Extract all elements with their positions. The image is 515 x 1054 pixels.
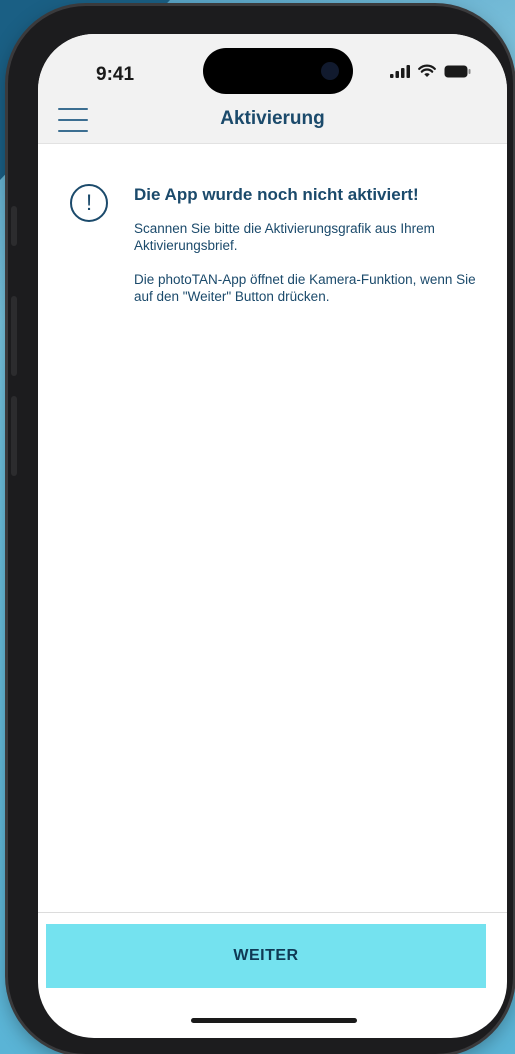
menu-line (58, 130, 88, 132)
notice-body: Die App wurde noch nicht aktiviert! Scan… (134, 184, 490, 305)
signal-icon (390, 64, 410, 78)
wifi-icon (418, 64, 436, 77)
app-screen: 9:41 Aktivierung ! Die App wurde noch ni… (38, 34, 507, 1038)
status-time: 9:41 (96, 64, 135, 85)
home-indicator[interactable] (191, 1018, 357, 1023)
mute-switch (11, 206, 17, 246)
phone-frame: 9:41 Aktivierung ! Die App wurde noch ni… (8, 6, 513, 1054)
volume-down-button (11, 396, 17, 476)
exclamation-circle-icon: ! (70, 184, 108, 222)
notice-paragraph-scan: Scannen Sie bitte die Aktivierungsgrafik… (134, 221, 435, 253)
top-bar: 9:41 Aktivierung (38, 34, 507, 144)
activation-notice: ! Die App wurde noch nicht aktiviert! Sc… (70, 184, 490, 305)
notice-paragraph-camera: Die photoTAN-App öffnet die Kamera-Funkt… (134, 272, 476, 304)
page-title: Aktivierung (220, 108, 325, 129)
notice-heading: Die App wurde noch nicht aktiviert! (134, 185, 419, 204)
footer-divider (38, 912, 507, 913)
volume-up-button (11, 296, 17, 376)
front-camera (321, 62, 339, 80)
battery-icon (444, 65, 471, 77)
weiter-button[interactable]: WEITER (46, 924, 486, 988)
status-icons (390, 64, 471, 78)
dynamic-island (203, 48, 353, 94)
